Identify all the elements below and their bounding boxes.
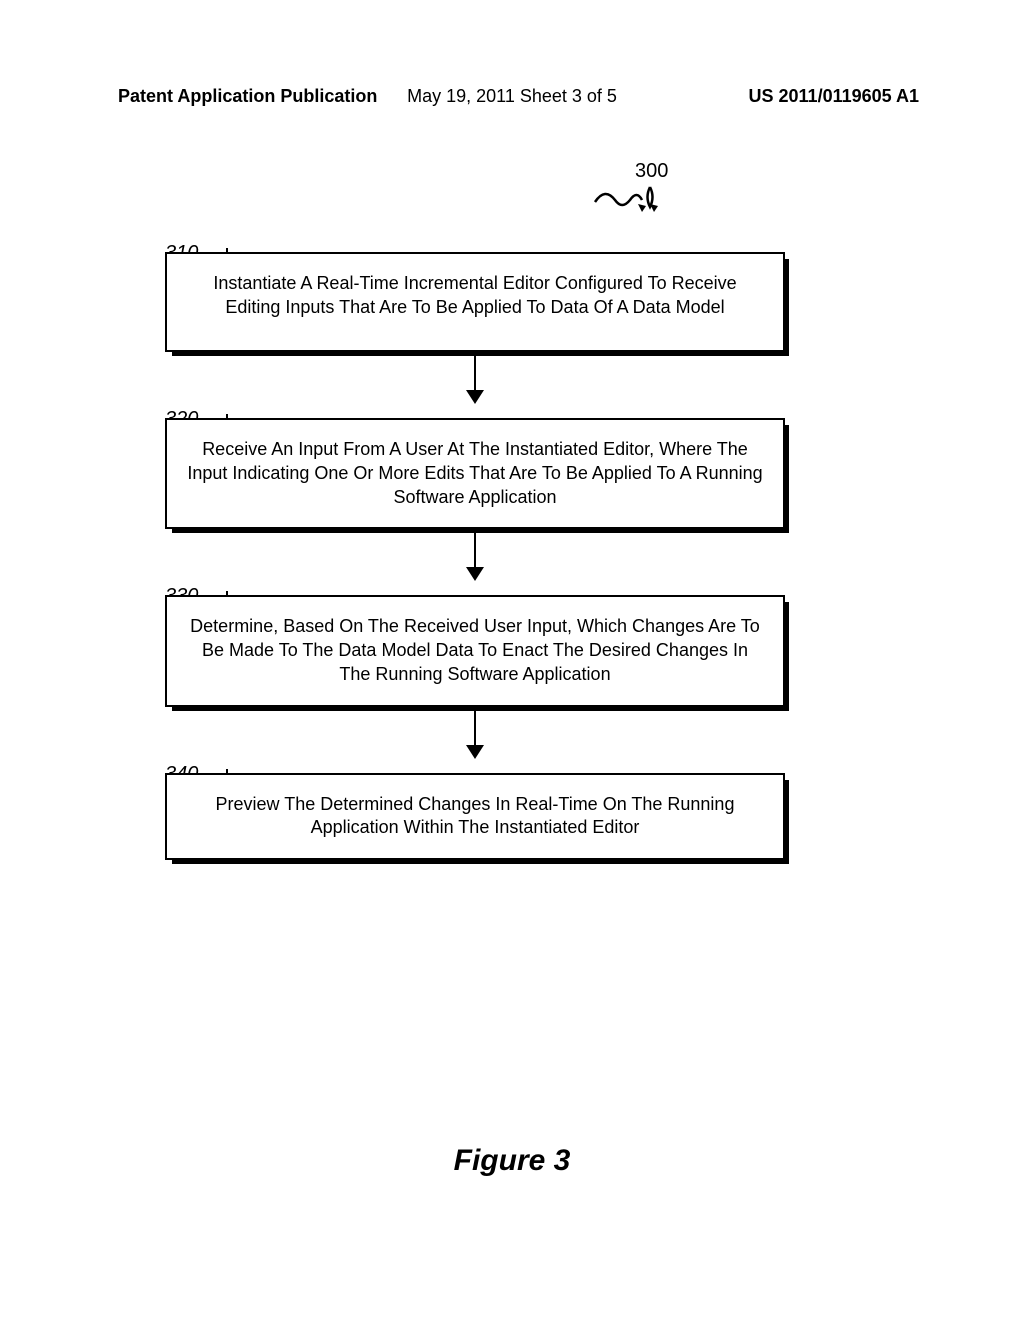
header-right: US 2011/0119605 A1 <box>749 86 919 107</box>
page-header: Patent Application Publication May 19, 2… <box>0 86 1024 107</box>
step-text: Determine, Based On The Received User In… <box>190 616 760 684</box>
figure-caption: Figure 3 <box>0 1144 1024 1178</box>
step-box: Receive An Input From A User At The Inst… <box>165 418 785 529</box>
step-340: 340 Preview The Determined Changes In Re… <box>165 773 785 861</box>
header-left: Patent Application Publication <box>118 86 377 107</box>
step-320: 320 Receive An Input From A User At The … <box>165 418 785 529</box>
step-330: 330 Determine, Based On The Received Use… <box>165 595 785 706</box>
arrow-down-icon <box>165 352 785 404</box>
ref-number-300: 300 <box>635 160 668 183</box>
step-310: 310 Instantiate A Real-Time Incremental … <box>165 252 785 352</box>
header-center: May 19, 2011 Sheet 3 of 5 <box>407 86 617 107</box>
step-text: Instantiate A Real-Time Incremental Edit… <box>213 273 736 317</box>
step-box: Instantiate A Real-Time Incremental Edit… <box>165 252 785 352</box>
step-box: Determine, Based On The Received User In… <box>165 595 785 706</box>
arrow-down-icon <box>165 707 785 759</box>
curly-arrow-icon <box>590 182 660 227</box>
arrow-down-icon <box>165 529 785 581</box>
flowchart: 310 Instantiate A Real-Time Incremental … <box>165 238 785 860</box>
step-text: Preview The Determined Changes In Real-T… <box>216 794 735 838</box>
step-text: Receive An Input From A User At The Inst… <box>187 439 762 507</box>
step-box: Preview The Determined Changes In Real-T… <box>165 773 785 861</box>
